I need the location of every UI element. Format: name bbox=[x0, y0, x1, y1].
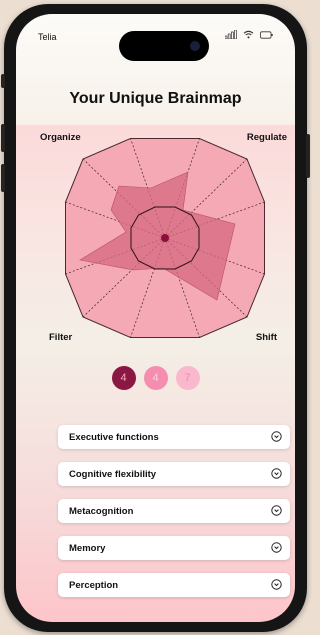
battery-icon bbox=[260, 30, 273, 39]
chevron-down-icon bbox=[271, 542, 282, 553]
signal-icon bbox=[225, 30, 237, 39]
chevron-down-icon bbox=[271, 468, 282, 479]
section-metacognition[interactable]: Metacognition bbox=[58, 499, 290, 523]
section-label: Metacognition bbox=[69, 505, 134, 517]
volume-down-button bbox=[1, 164, 5, 192]
app-screen: Telia Your Unique Brainmap Organize Regu… bbox=[16, 14, 295, 622]
section-label: Executive functions bbox=[69, 431, 159, 443]
power-button bbox=[306, 134, 310, 178]
brainmap-radar bbox=[65, 138, 265, 338]
volume-up-button bbox=[1, 124, 5, 152]
phone-frame: Telia Your Unique Brainmap Organize Regu… bbox=[1, 4, 310, 632]
chevron-down-icon bbox=[271, 505, 282, 516]
pager-dot[interactable]: 4 bbox=[143, 366, 168, 390]
section-memory[interactable]: Memory bbox=[58, 536, 290, 560]
dynamic-island bbox=[119, 31, 209, 61]
section-label: Perception bbox=[69, 579, 119, 591]
pager-dot-active[interactable]: 4 bbox=[111, 366, 136, 390]
carrier-name: Telia bbox=[38, 32, 57, 42]
pager-dot[interactable]: 7 bbox=[175, 366, 200, 390]
radar-center-dot bbox=[161, 234, 169, 242]
section-label: Memory bbox=[69, 542, 106, 554]
section-executive-functions[interactable]: Executive functions bbox=[58, 425, 290, 449]
section-perception[interactable]: Perception bbox=[58, 573, 290, 597]
chevron-down-icon bbox=[271, 431, 282, 442]
level-pager: 4 4 7 bbox=[16, 366, 295, 390]
section-cognitive-flexibility[interactable]: Cognitive flexibility bbox=[58, 462, 290, 486]
status-icons bbox=[225, 30, 273, 39]
mute-switch bbox=[1, 74, 5, 88]
section-label: Cognitive flexibility bbox=[69, 468, 157, 480]
page-title: Your Unique Brainmap bbox=[69, 90, 242, 107]
wifi-icon bbox=[243, 30, 254, 39]
camera-lens bbox=[190, 41, 200, 51]
chevron-down-icon bbox=[271, 579, 282, 590]
